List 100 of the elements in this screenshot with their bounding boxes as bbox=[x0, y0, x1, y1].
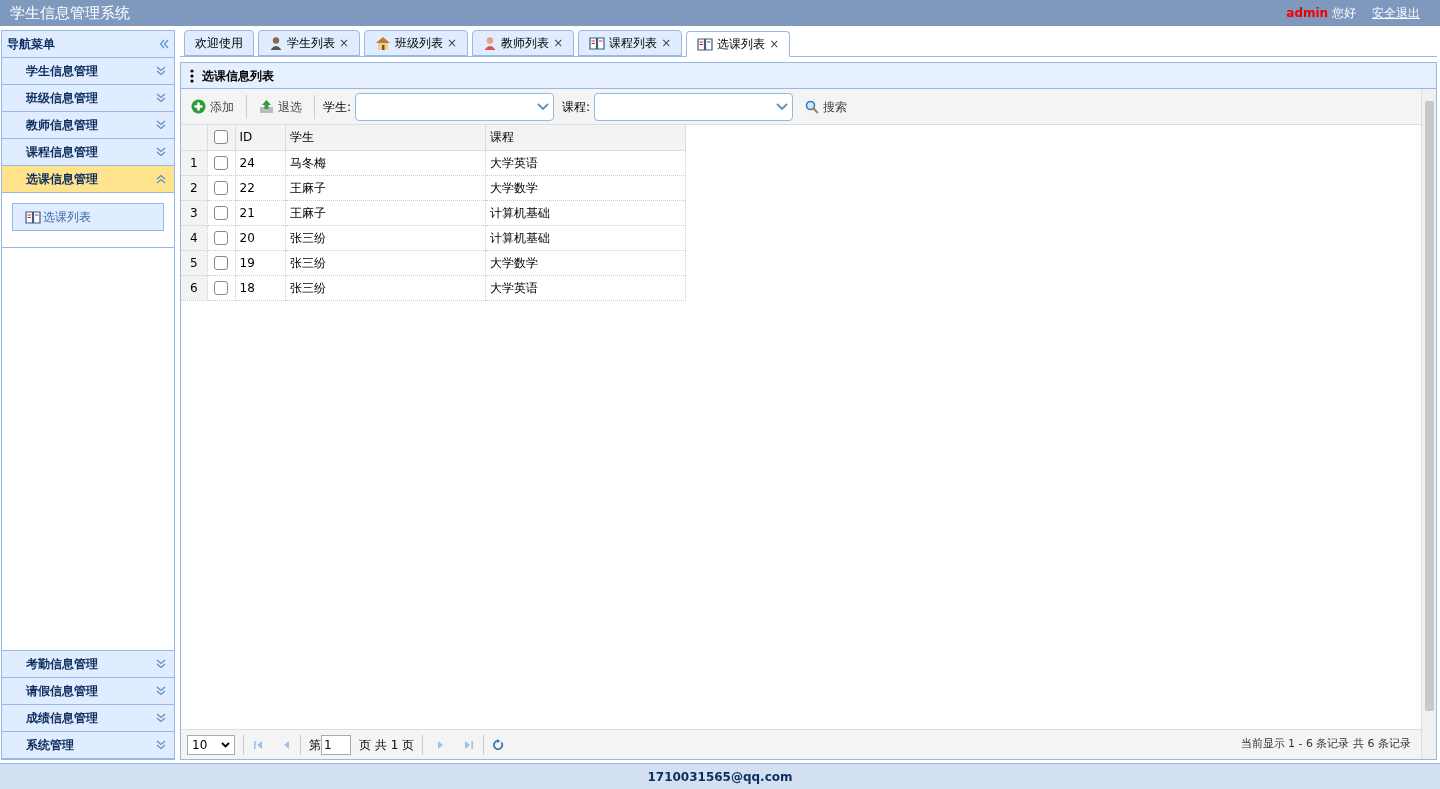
menu-section-header[interactable]: 选课信息管理 bbox=[2, 166, 174, 193]
add-button[interactable]: 添加 bbox=[187, 97, 238, 116]
column-header[interactable]: 学生 bbox=[285, 125, 485, 150]
table-cell: 王麻子 bbox=[285, 200, 485, 225]
page-number-field[interactable]: 1 bbox=[321, 734, 351, 755]
expand-icon[interactable] bbox=[156, 93, 166, 103]
table-cell: 20 bbox=[235, 225, 285, 250]
tab-label: 教师列表 bbox=[501, 35, 550, 52]
withdraw-button[interactable]: 退选 bbox=[255, 97, 306, 116]
sidebar-title: 导航菜单 bbox=[7, 36, 55, 53]
row-checkbox[interactable] bbox=[214, 205, 228, 220]
table-cell: 22 bbox=[235, 175, 285, 200]
tab-close-button[interactable]: × bbox=[447, 34, 458, 52]
row-number: 5 bbox=[181, 250, 207, 275]
tab-label: 欢迎使用 bbox=[195, 35, 243, 52]
table-cell: 马冬梅 bbox=[285, 150, 485, 175]
column-header[interactable]: 课程 bbox=[485, 125, 685, 150]
select-all-checkbox[interactable] bbox=[214, 130, 228, 145]
refresh-icon[interactable] bbox=[492, 738, 505, 751]
page-total: 页 共 1 页 bbox=[359, 736, 415, 754]
more-icon bbox=[190, 68, 194, 83]
table-cell: 大学英语 bbox=[485, 275, 685, 300]
record-info: 当前显示 1 - 6 条记录 共 6 条记录 bbox=[1240, 736, 1412, 753]
menu-section-header[interactable]: 考勤信息管理 bbox=[2, 651, 174, 678]
tab-close-button[interactable]: × bbox=[339, 34, 350, 52]
student-label: 学生: bbox=[323, 98, 352, 116]
row-number: 3 bbox=[181, 200, 207, 225]
row-number: 2 bbox=[181, 175, 207, 200]
table-cell: 18 bbox=[235, 275, 285, 300]
menu-section-header[interactable]: 成绩信息管理 bbox=[2, 705, 174, 732]
table-cell: 计算机基础 bbox=[485, 225, 685, 250]
expand-icon[interactable] bbox=[156, 66, 166, 76]
menu-section-header[interactable]: 系统管理 bbox=[2, 732, 174, 759]
table-cell: 19 bbox=[235, 250, 285, 275]
tab[interactable]: 欢迎使用 bbox=[184, 30, 254, 56]
row-checkbox[interactable] bbox=[214, 255, 228, 270]
collapse-icon[interactable] bbox=[156, 174, 166, 184]
row-checkbox[interactable] bbox=[214, 230, 228, 245]
dropdown-icon bbox=[537, 102, 550, 111]
tab[interactable]: 课程列表 × bbox=[578, 30, 683, 56]
footer-email: 1710031565@qq.com bbox=[647, 768, 793, 786]
first-page-icon[interactable] bbox=[252, 738, 264, 751]
menu-section-header[interactable]: 请假信息管理 bbox=[2, 678, 174, 705]
row-checkbox[interactable] bbox=[214, 155, 228, 170]
house-icon bbox=[375, 36, 392, 50]
search-icon bbox=[805, 99, 820, 114]
tab[interactable]: 班级列表 × bbox=[364, 30, 469, 56]
tab[interactable]: 学生列表 × bbox=[258, 30, 361, 56]
menu-section-header[interactable]: 课程信息管理 bbox=[2, 139, 174, 166]
expand-icon[interactable] bbox=[156, 713, 166, 723]
expand-icon[interactable] bbox=[156, 659, 166, 669]
table-cell: 张三纷 bbox=[285, 250, 485, 275]
plus-icon bbox=[191, 99, 206, 114]
table-cell: 21 bbox=[235, 200, 285, 225]
table-cell: 大学数学 bbox=[485, 250, 685, 275]
menu-section-header[interactable]: 教师信息管理 bbox=[2, 112, 174, 139]
menu-section-header[interactable]: 班级信息管理 bbox=[2, 85, 174, 112]
greeting-text: admin 您好 bbox=[1286, 5, 1356, 22]
menu-item[interactable]: 选课列表 bbox=[12, 203, 164, 231]
row-checkbox[interactable] bbox=[214, 280, 228, 295]
tab-close-button[interactable]: × bbox=[769, 35, 780, 53]
scrollbar[interactable] bbox=[1421, 89, 1436, 759]
page-size-select[interactable]: 10 bbox=[187, 734, 235, 755]
row-number: 4 bbox=[181, 225, 207, 250]
tab[interactable]: 教师列表 × bbox=[472, 30, 575, 56]
column-header[interactable]: ID bbox=[235, 125, 285, 150]
book-icon bbox=[697, 37, 714, 51]
search-button[interactable]: 搜索 bbox=[805, 97, 848, 116]
row-checkbox[interactable] bbox=[214, 180, 228, 195]
upload-icon bbox=[259, 99, 274, 114]
table-cell: 24 bbox=[235, 150, 285, 175]
menu-section-header[interactable]: 学生信息管理 bbox=[2, 58, 174, 85]
tab-label: 班级列表 bbox=[395, 35, 444, 52]
page-prefix: 第 bbox=[309, 736, 321, 754]
student-select[interactable] bbox=[355, 92, 555, 121]
expand-icon[interactable] bbox=[156, 740, 166, 750]
course-select[interactable] bbox=[594, 92, 794, 121]
tab-close-button[interactable]: × bbox=[661, 34, 672, 52]
app-title: 学生信息管理系统 bbox=[10, 2, 130, 24]
tab-label: 课程列表 bbox=[609, 35, 658, 52]
tab-label: 选课列表 bbox=[717, 36, 766, 53]
table-cell: 大学英语 bbox=[485, 150, 685, 175]
expand-icon[interactable] bbox=[156, 147, 166, 157]
dropdown-icon bbox=[221, 741, 230, 748]
course-label: 课程: bbox=[562, 98, 591, 116]
expand-icon[interactable] bbox=[156, 686, 166, 696]
expand-icon[interactable] bbox=[156, 120, 166, 130]
last-page-icon[interactable] bbox=[463, 738, 476, 751]
person-icon bbox=[269, 36, 283, 50]
table-cell: 王麻子 bbox=[285, 175, 485, 200]
collapse-icon[interactable] bbox=[159, 39, 169, 49]
table-cell: 张三纷 bbox=[285, 225, 485, 250]
panel-title: 选课信息列表 bbox=[202, 67, 274, 85]
table-cell: 大学数学 bbox=[485, 175, 685, 200]
table-cell: 张三纷 bbox=[285, 275, 485, 300]
table-cell: 计算机基础 bbox=[485, 200, 685, 225]
dropdown-icon bbox=[776, 102, 789, 111]
tab-close-button[interactable]: × bbox=[553, 34, 564, 52]
tab[interactable]: 选课列表 × bbox=[686, 31, 791, 57]
book-icon bbox=[589, 36, 606, 50]
